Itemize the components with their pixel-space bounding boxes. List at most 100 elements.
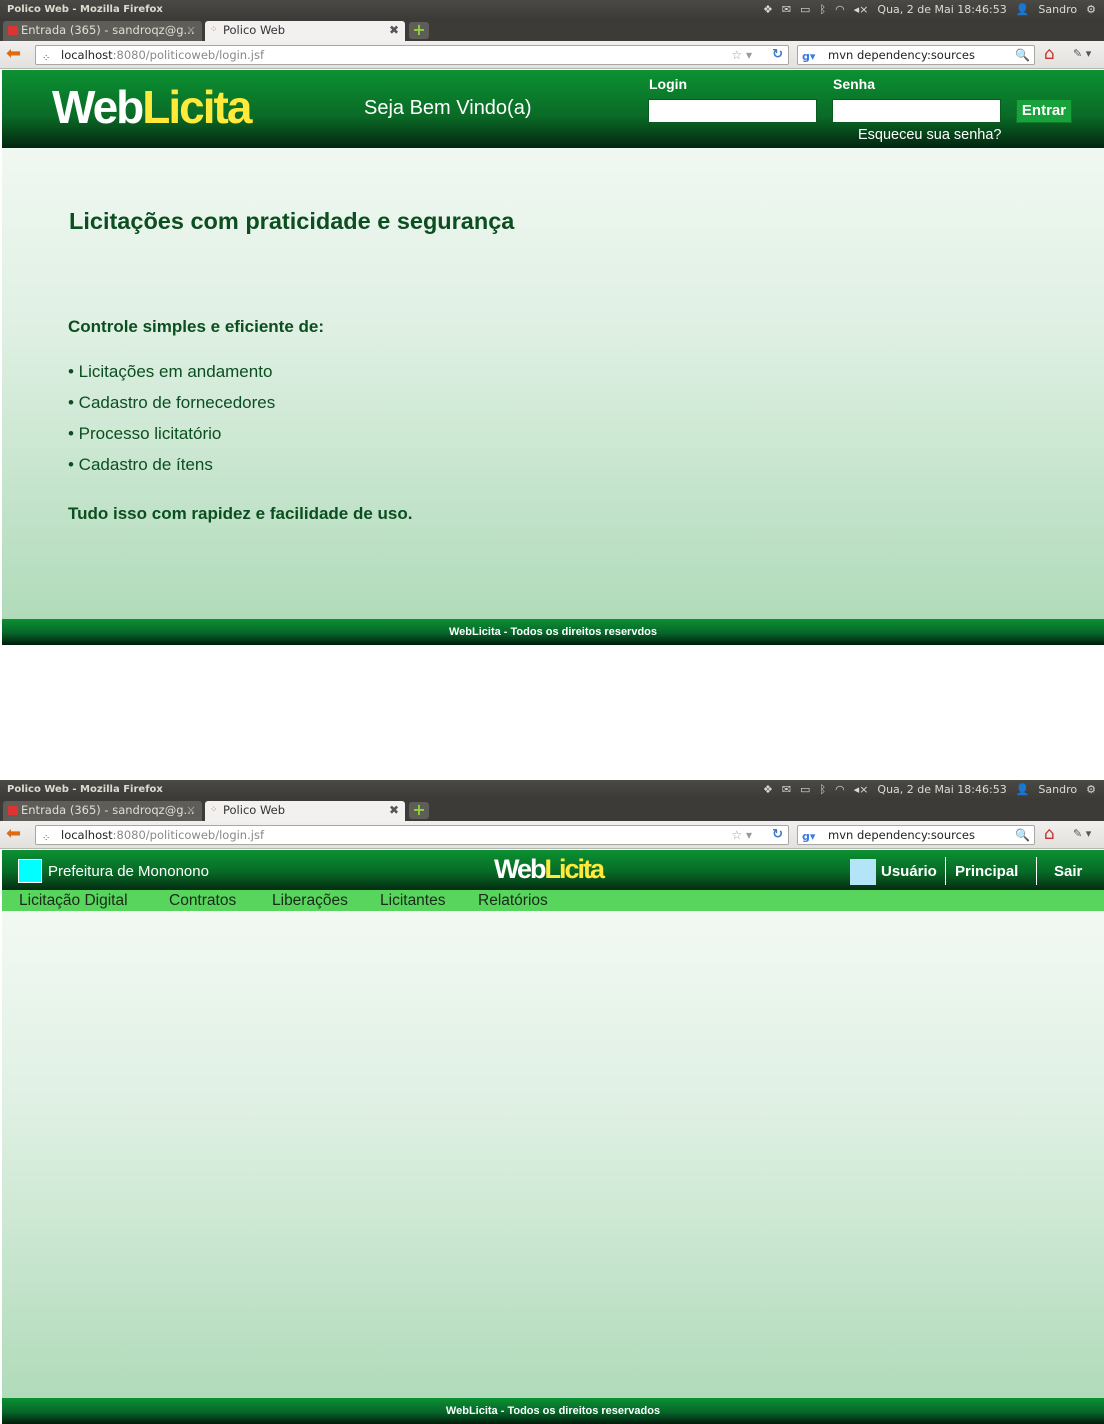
browser-navbar: ⬅ ⁘ localhost:8080/politicoweb/login.jsf… bbox=[0, 821, 1104, 849]
window-title: Polico Web - Mozilla Firefox bbox=[7, 784, 163, 795]
entrar-button[interactable]: Entrar bbox=[1016, 99, 1072, 123]
system-tray: ❖ ✉ ▭ ᛒ ◠ ◂× Qua, 2 de Mai 18:46:53 👤 Sa… bbox=[763, 780, 1096, 800]
mail-icon[interactable]: ✉ bbox=[782, 780, 791, 800]
url-bar[interactable]: ⁘ localhost:8080/politicoweb/login.jsf ☆… bbox=[35, 45, 789, 65]
menu-item-contratos[interactable]: Contratos bbox=[169, 892, 236, 910]
web-page: Prefeitura de Mononono WebLicita Usuário… bbox=[2, 850, 1104, 1424]
power-icon[interactable]: ⚙ bbox=[1086, 780, 1096, 800]
battery-icon[interactable]: ▭ bbox=[800, 780, 810, 800]
search-icon[interactable]: 🔍 bbox=[1015, 46, 1030, 64]
volume-icon[interactable]: ◂× bbox=[854, 780, 869, 800]
clock[interactable]: Qua, 2 de Mai 18:46:53 bbox=[877, 780, 1006, 800]
search-value: mvn dependency:sources bbox=[828, 48, 976, 62]
usuario-link[interactable]: Usuário bbox=[881, 863, 937, 880]
close-icon[interactable]: ✖ bbox=[389, 21, 399, 40]
principal-link[interactable]: Principal bbox=[955, 863, 1018, 880]
user-name[interactable]: Sandro bbox=[1038, 0, 1077, 20]
battery-icon[interactable]: ▭ bbox=[800, 0, 810, 20]
addon-icon[interactable]: ✎ ▾ bbox=[1073, 827, 1091, 840]
tab-label: Polico Web bbox=[223, 23, 286, 37]
tab-polico-web[interactable]: ⁘ Polico Web ✖ bbox=[205, 801, 405, 821]
main-menu: Licitação Digital Contratos Liberações L… bbox=[2, 890, 1104, 911]
clock[interactable]: Qua, 2 de Mai 18:46:53 bbox=[877, 0, 1006, 20]
feature-item: • Cadastro de ítens bbox=[68, 455, 213, 474]
reload-icon[interactable]: ↻ bbox=[772, 46, 783, 64]
mail-icon bbox=[8, 26, 18, 35]
web-page: WebLicita Seja Bem Vindo(a) Login Senha … bbox=[2, 70, 1104, 645]
back-arrow-icon[interactable]: ⬅ bbox=[6, 825, 21, 843]
addon-icon[interactable]: ✎ ▾ bbox=[1073, 47, 1091, 60]
main-screenshot: Polico Web - Mozilla Firefox ❖ ✉ ▭ ᛒ ◠ ◂… bbox=[0, 780, 1104, 1424]
bluetooth-icon[interactable]: ᛒ bbox=[819, 0, 826, 20]
site-header: Prefeitura de Mononono WebLicita Usuário… bbox=[2, 850, 1104, 890]
tab-gmail[interactable]: Entrada (365) - sandroqz@g... × bbox=[3, 801, 202, 821]
google-icon[interactable]: g▾ bbox=[802, 828, 815, 846]
user-name[interactable]: Sandro bbox=[1038, 780, 1077, 800]
home-icon[interactable]: ⌂ bbox=[1044, 44, 1055, 64]
header-divider bbox=[945, 857, 946, 885]
window-title: Polico Web - Mozilla Firefox bbox=[7, 4, 163, 15]
tagline: Tudo isso com rapidez e facilidade de us… bbox=[68, 504, 413, 523]
menu-item-licitacao-digital[interactable]: Licitação Digital bbox=[19, 892, 128, 910]
login-input[interactable] bbox=[648, 99, 817, 123]
browser-tabbar: Entrada (365) - sandroqz@g... × ⁘ Polico… bbox=[0, 800, 1104, 821]
forgot-password-link[interactable]: Esqueceu sua senha? bbox=[858, 127, 1002, 143]
tab-label: Polico Web bbox=[223, 803, 286, 817]
search-icon[interactable]: 🔍 bbox=[1015, 826, 1030, 844]
header-divider bbox=[1036, 857, 1037, 885]
site-icon: ⁘ bbox=[42, 53, 51, 64]
search-input[interactable]: g▾ mvn dependency:sources 🔍 bbox=[797, 825, 1035, 845]
dropbox-icon[interactable]: ❖ bbox=[763, 0, 773, 20]
senha-label: Senha bbox=[833, 76, 876, 92]
url-path: :8080/politicoweb/login.jsf bbox=[112, 828, 264, 842]
site-icon: ⁘ bbox=[42, 833, 51, 844]
feature-item: • Processo licitatório bbox=[68, 424, 222, 443]
site-footer: WebLicita - Todos os direitos reservdos bbox=[2, 619, 1104, 645]
menu-item-liberacoes[interactable]: Liberações bbox=[272, 892, 348, 910]
user-avatar[interactable] bbox=[850, 859, 876, 885]
tab-label: Entrada (365) - sandroqz@g... bbox=[21, 23, 195, 37]
search-input[interactable]: g▾ mvn dependency:sources 🔍 bbox=[797, 45, 1035, 65]
google-icon[interactable]: g▾ bbox=[802, 48, 815, 66]
site-header: WebLicita Seja Bem Vindo(a) Login Senha … bbox=[2, 70, 1104, 148]
bookmark-star-icon[interactable]: ☆ ▾ bbox=[731, 46, 752, 64]
url-bar[interactable]: ⁘ localhost:8080/politicoweb/login.jsf ☆… bbox=[35, 825, 789, 845]
back-arrow-icon[interactable]: ⬅ bbox=[6, 45, 21, 63]
mail-icon[interactable]: ✉ bbox=[782, 0, 791, 20]
url-path: :8080/politicoweb/login.jsf bbox=[112, 48, 264, 62]
reload-icon[interactable]: ↻ bbox=[772, 826, 783, 844]
close-icon[interactable]: ✖ bbox=[389, 801, 399, 820]
dropbox-icon[interactable]: ❖ bbox=[763, 780, 773, 800]
close-icon[interactable]: × bbox=[186, 21, 196, 40]
tab-label: Entrada (365) - sandroqz@g... bbox=[21, 803, 195, 817]
tab-gmail[interactable]: Entrada (365) - sandroqz@g... × bbox=[3, 21, 202, 41]
home-icon[interactable]: ⌂ bbox=[1044, 824, 1055, 844]
feature-item: • Cadastro de fornecedores bbox=[68, 393, 276, 412]
org-emblem bbox=[18, 859, 42, 883]
menu-item-relatorios[interactable]: Relatórios bbox=[478, 892, 548, 910]
features-subtitle: Controle simples e eficiente de: bbox=[68, 317, 325, 336]
menu-item-licitantes[interactable]: Licitantes bbox=[380, 892, 445, 910]
bluetooth-icon[interactable]: ᛒ bbox=[819, 780, 826, 800]
weblicita-logo: WebLicita bbox=[494, 854, 605, 884]
power-icon[interactable]: ⚙ bbox=[1086, 0, 1096, 20]
wifi-icon[interactable]: ◠ bbox=[835, 780, 845, 800]
system-tray: ❖ ✉ ▭ ᛒ ◠ ◂× Qua, 2 de Mai 18:46:53 👤 Sa… bbox=[763, 0, 1096, 20]
browser-navbar: ⬅ ⁘ localhost:8080/politicoweb/login.jsf… bbox=[0, 41, 1104, 69]
search-value: mvn dependency:sources bbox=[828, 828, 976, 842]
welcome-text: Seja Bem Vindo(a) bbox=[364, 97, 532, 119]
site-footer: WebLicita - Todos os direitos reservados bbox=[2, 1398, 1104, 1424]
tab-polico-web[interactable]: ⁘ Polico Web ✖ bbox=[205, 21, 405, 41]
close-icon[interactable]: × bbox=[186, 801, 196, 820]
loading-icon: ⁘ bbox=[210, 805, 218, 815]
senha-input[interactable] bbox=[832, 99, 1001, 123]
url-host: localhost bbox=[61, 48, 113, 62]
new-tab-button[interactable]: + bbox=[409, 802, 429, 819]
bookmark-star-icon[interactable]: ☆ ▾ bbox=[731, 826, 752, 844]
mail-icon bbox=[8, 806, 18, 815]
volume-icon[interactable]: ◂× bbox=[854, 0, 869, 20]
wifi-icon[interactable]: ◠ bbox=[835, 0, 845, 20]
sair-link[interactable]: Sair bbox=[1054, 863, 1082, 880]
loading-icon: ⁘ bbox=[210, 25, 218, 35]
new-tab-button[interactable]: + bbox=[409, 22, 429, 39]
